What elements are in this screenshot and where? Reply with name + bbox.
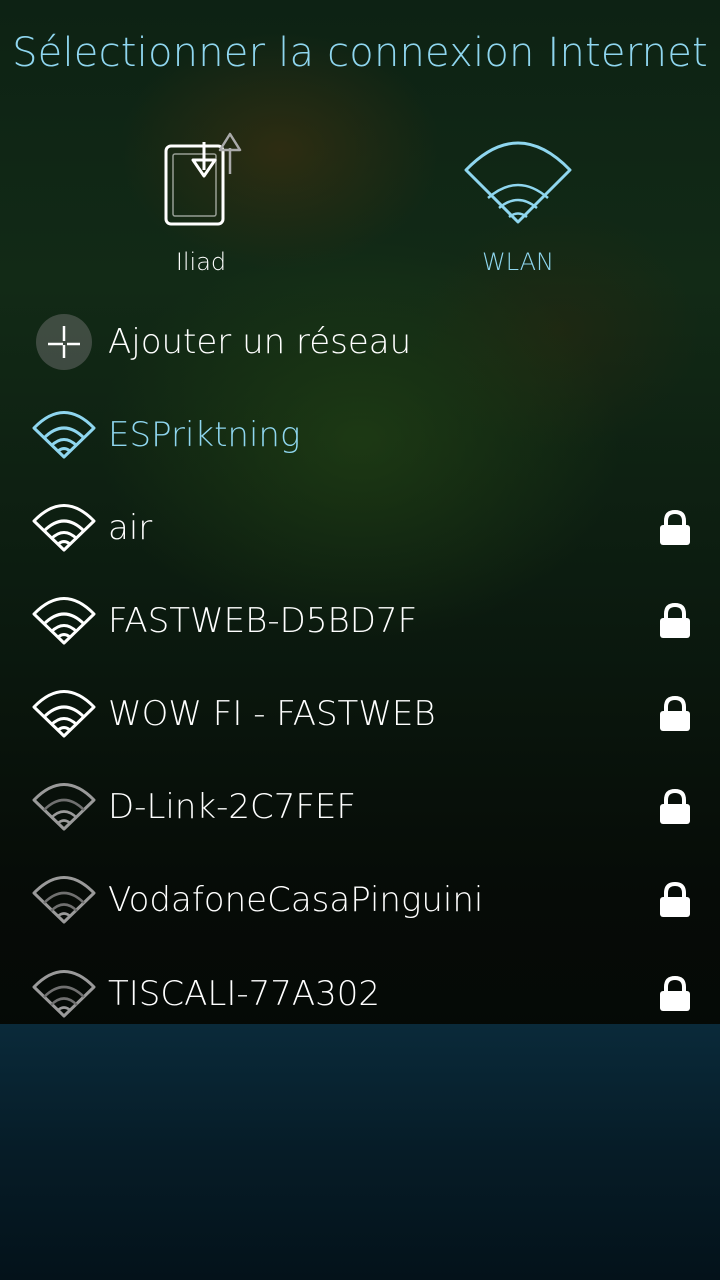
network-item-vodafonecasapinguini[interactable]: VodafoneCasaPinguini	[0, 854, 720, 946]
background-bottom-panel	[0, 1024, 720, 1280]
network-item-air[interactable]: air	[0, 482, 720, 574]
connection-type-iliad-label: Iliad	[175, 248, 227, 276]
network-name: air	[108, 508, 153, 548]
lock-icon	[658, 602, 692, 639]
add-network-item[interactable]: Ajouter un réseau	[0, 296, 720, 388]
add-network-label: Ajouter un réseau	[108, 322, 412, 362]
lock-icon	[658, 788, 692, 825]
wifi-icon	[32, 405, 96, 465]
lock-icon	[658, 881, 692, 918]
network-name: ESPriktning	[108, 415, 301, 455]
wifi-icon	[32, 498, 96, 558]
wlan-icon	[463, 128, 573, 228]
lock-icon	[658, 509, 692, 546]
network-item-d-link-2c7fef[interactable]: D-Link-2C7FEF	[0, 761, 720, 853]
network-item-espriktning[interactable]: ESPriktning	[0, 389, 720, 481]
lock-icon	[658, 695, 692, 732]
wifi-weak-icon	[32, 964, 96, 1024]
network-item-wow-fi-fastweb[interactable]: WOW FI - FASTWEB	[0, 668, 720, 760]
page-title: Sélectionner la connexion Internet	[12, 30, 708, 76]
network-name: VodafoneCasaPinguini	[108, 880, 484, 920]
network-name: D-Link-2C7FEF	[108, 787, 356, 827]
wifi-icon	[32, 684, 96, 744]
network-item-tiscali-77a302[interactable]: TISCALI-77A302	[0, 948, 720, 1040]
lock-icon	[658, 975, 692, 1012]
connection-type-wlan-label: WLAN	[481, 248, 555, 276]
connection-type-iliad[interactable]: Iliad	[101, 128, 301, 288]
connection-type-wlan[interactable]: WLAN	[418, 128, 618, 288]
network-name: FASTWEB-D5BD7F	[108, 601, 418, 641]
network-name: TISCALI-77A302	[108, 974, 381, 1014]
network-item-fastweb-d5bd7f[interactable]: FASTWEB-D5BD7F	[0, 575, 720, 667]
wifi-icon	[32, 591, 96, 651]
wifi-weak-icon	[32, 870, 96, 930]
mobile-data-icon	[146, 128, 256, 228]
network-name: WOW FI - FASTWEB	[108, 694, 436, 734]
add-icon	[36, 314, 92, 370]
wifi-weak-icon	[32, 777, 96, 837]
